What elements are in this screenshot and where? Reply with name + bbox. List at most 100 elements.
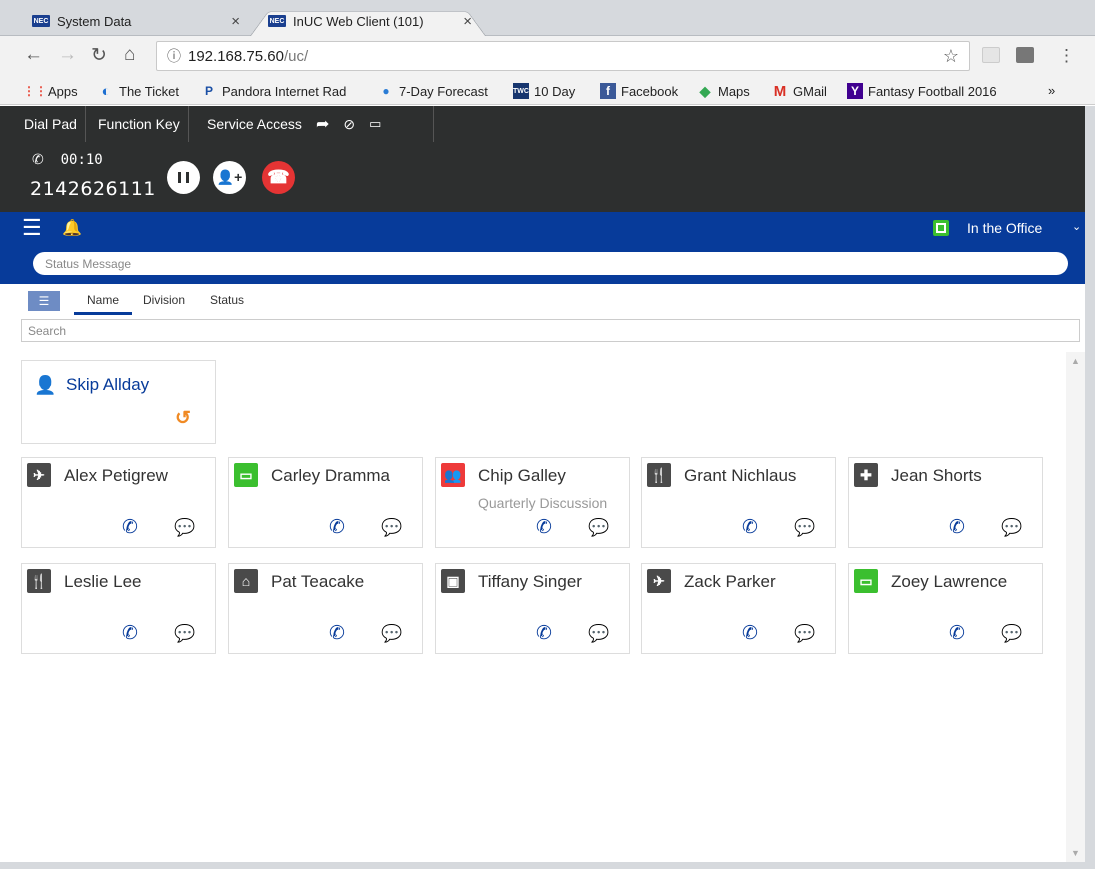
airplane-icon: ✈ [27, 463, 51, 487]
nec-favicon-icon: NEC [268, 15, 286, 27]
contact-name: Jean Shorts [891, 466, 982, 485]
back-icon[interactable]: ← [24, 44, 43, 66]
reload-icon[interactable]: ↻ [91, 44, 107, 67]
url-host: 192.168.75.60 [188, 47, 284, 65]
chat-icon[interactable]: 💬 [588, 518, 609, 538]
bookmarks-overflow[interactable]: » [1048, 83, 1055, 98]
bookmark-label: GMail [793, 83, 827, 99]
bookmark-apps[interactable]: ⋮⋮ Apps [23, 83, 78, 99]
chat-icon[interactable]: 💬 [381, 518, 402, 538]
close-tab-icon[interactable]: × [463, 13, 472, 30]
content-scrollbar[interactable]: ▲ ▼ [1066, 352, 1085, 862]
hold-button[interactable] [167, 161, 200, 194]
contact-name: Pat Teacake [271, 572, 365, 591]
contact-card[interactable]: ▭ Carley Dramma ✆ 💬 [228, 457, 423, 548]
contact-card[interactable]: ✈ Alex Petigrew ✆ 💬 [21, 457, 216, 548]
new-tab-button[interactable] [482, 6, 522, 36]
info-icon[interactable]: ⓘ [167, 46, 181, 66]
hang-up-button[interactable]: ☎ [262, 161, 295, 194]
presence-status[interactable]: In the Office [967, 220, 1042, 236]
chat-icon[interactable]: 💬 [794, 518, 815, 538]
tab-division[interactable]: Division [143, 293, 185, 307]
browser-tab-system-data[interactable]: NEC System Data × [14, 6, 254, 36]
bookmark-label: 7-Day Forecast [399, 83, 488, 99]
bookmark-10day[interactable]: TWC 10 Day [513, 83, 575, 99]
close-tab-icon[interactable]: × [231, 13, 240, 30]
call-icon[interactable]: ✆ [122, 516, 138, 539]
contact-card[interactable]: 🍴 Leslie Lee ✆ 💬 [21, 563, 216, 654]
chat-icon[interactable]: 💬 [1001, 518, 1022, 538]
dial-pad-button[interactable]: Dial Pad [16, 106, 86, 142]
bookmark-label: Apps [48, 83, 78, 99]
tab-name[interactable]: Name [74, 293, 132, 315]
bell-icon[interactable]: 🔔 [62, 218, 82, 238]
add-participant-button[interactable]: 👤+ [213, 161, 246, 194]
pause-icon [178, 172, 189, 183]
chevron-down-icon[interactable]: ⌄ [1072, 220, 1081, 233]
bookmark-pandora[interactable]: P Pandora Internet Rad [201, 83, 346, 99]
hang-up-icon: ☎ [267, 167, 290, 187]
nec-favicon-icon: NEC [32, 15, 50, 27]
chat-icon[interactable]: 💬 [174, 518, 195, 538]
tab-title: System Data [57, 13, 132, 29]
contact-card[interactable]: 👥 Chip Galley Quarterly Discussion ✆ 💬 [435, 457, 630, 548]
bookmark-facebook[interactable]: f Facebook [600, 83, 678, 99]
self-contact-card[interactable]: 👤 Skip Allday ↺ [21, 360, 216, 444]
call-icon[interactable]: ✆ [536, 516, 552, 539]
call-icon[interactable]: ✆ [329, 622, 345, 645]
bookmark-maps[interactable]: ◆ Maps [697, 83, 750, 99]
laptop-icon[interactable]: ▭ [369, 116, 381, 132]
service-access-button[interactable]: Service Access [207, 116, 302, 132]
hamburger-menu-icon[interactable]: ☰ [22, 217, 42, 239]
address-bar[interactable]: ⓘ 192.168.75.60/uc/ ☆ [156, 41, 970, 71]
function-key-button[interactable]: Function Key [90, 106, 189, 142]
forward-arrow-icon[interactable]: ➦ [316, 114, 329, 134]
tab-status[interactable]: Status [210, 293, 244, 307]
call-icon[interactable]: ✆ [742, 516, 758, 539]
call-icon[interactable]: ✆ [122, 622, 138, 645]
bookmark-7day[interactable]: ● 7-Day Forecast [378, 83, 488, 99]
scroll-down-icon[interactable]: ▼ [1071, 848, 1080, 858]
chat-icon[interactable]: 💬 [381, 624, 402, 644]
contact-name: Zoey Lawrence [891, 572, 1008, 591]
chat-icon[interactable]: 💬 [174, 624, 195, 644]
chat-icon[interactable]: 💬 [794, 624, 815, 644]
contact-card[interactable]: ✚ Jean Shorts ✆ 💬 [848, 457, 1043, 548]
overflow-chevron-icon: » [1048, 83, 1056, 98]
history-icon[interactable]: ↺ [175, 407, 191, 430]
call-icon[interactable]: ✆ [329, 516, 345, 539]
ticket-icon: ◐ [101, 82, 111, 100]
home-icon[interactable]: ⌂ [124, 44, 135, 66]
scroll-up-icon[interactable]: ▲ [1071, 356, 1080, 366]
bookmark-the-ticket[interactable]: ◐ The Ticket [98, 82, 179, 100]
search-input[interactable]: Search [21, 319, 1080, 342]
do-not-disturb-icon[interactable]: ⊘ [343, 116, 355, 133]
call-icon[interactable]: ✆ [949, 516, 965, 539]
apps-grid-icon: ⋮⋮ [23, 84, 47, 98]
chat-icon[interactable]: 💬 [588, 624, 609, 644]
self-name: Skip Allday [66, 375, 150, 394]
call-icon[interactable]: ✆ [742, 622, 758, 645]
bookmark-gmail[interactable]: M GMail [772, 83, 827, 100]
bookmark-fantasy-football[interactable]: Y Fantasy Football 2016 [847, 83, 997, 99]
contact-card[interactable]: ⌂ Pat Teacake ✆ 💬 [228, 563, 423, 654]
forward-icon[interactable]: → [58, 44, 77, 66]
call-icon[interactable]: ✆ [536, 622, 552, 645]
browser-tab-inuc[interactable]: NEC InUC Web Client (101) × [250, 6, 486, 36]
add-person-icon: 👤+ [216, 169, 243, 185]
status-message-input[interactable]: Status Message [33, 252, 1068, 275]
bookmark-star-icon[interactable]: ☆ [943, 46, 959, 67]
extension-nec-icon[interactable] [982, 47, 1000, 63]
utensils-icon: 🍴 [27, 569, 51, 593]
app-menu-bar: Dial Pad Function Key Service Access ➦ ⊘… [0, 106, 1085, 142]
contact-card[interactable]: ▣ Tiffany Singer ✆ 💬 [435, 563, 630, 654]
browser-menu-icon[interactable]: ⋮ [1058, 46, 1075, 66]
contact-card[interactable]: ▭ Zoey Lawrence ✆ 💬 [848, 563, 1043, 654]
contact-card[interactable]: 🍴 Grant Nichlaus ✆ 💬 [641, 457, 836, 548]
contact-card[interactable]: ✈ Zack Parker ✆ 💬 [641, 563, 836, 654]
list-view-icon[interactable]: ☰ [28, 291, 60, 311]
call-icon[interactable]: ✆ [949, 622, 965, 645]
call-timer: ✆ 00:10 [32, 152, 103, 168]
extension-icon[interactable] [1016, 47, 1034, 63]
chat-icon[interactable]: 💬 [1001, 624, 1022, 644]
